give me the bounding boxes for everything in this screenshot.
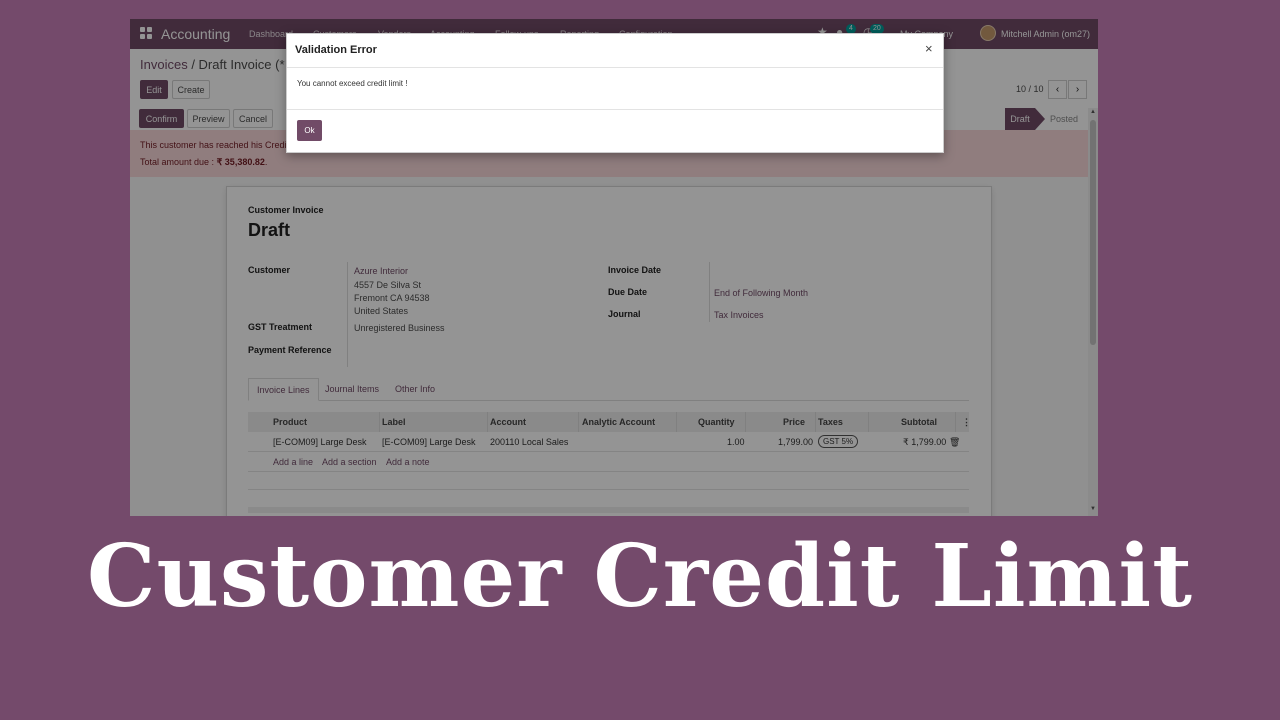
app-screenshot: Accounting Dashboard Customers Vendors A… [130, 19, 1098, 516]
ok-button[interactable]: Ok [297, 120, 322, 141]
validation-error-dialog: Validation Error × You cannot exceed cre… [286, 33, 944, 153]
close-icon[interactable]: × [925, 41, 933, 56]
dialog-message: You cannot exceed credit limit ! [297, 79, 408, 88]
caption-title: Customer Credit Limit [87, 526, 1193, 627]
dialog-footer-divider [287, 109, 943, 110]
dialog-title: Validation Error [295, 44, 377, 56]
dialog-header-divider [287, 67, 943, 68]
